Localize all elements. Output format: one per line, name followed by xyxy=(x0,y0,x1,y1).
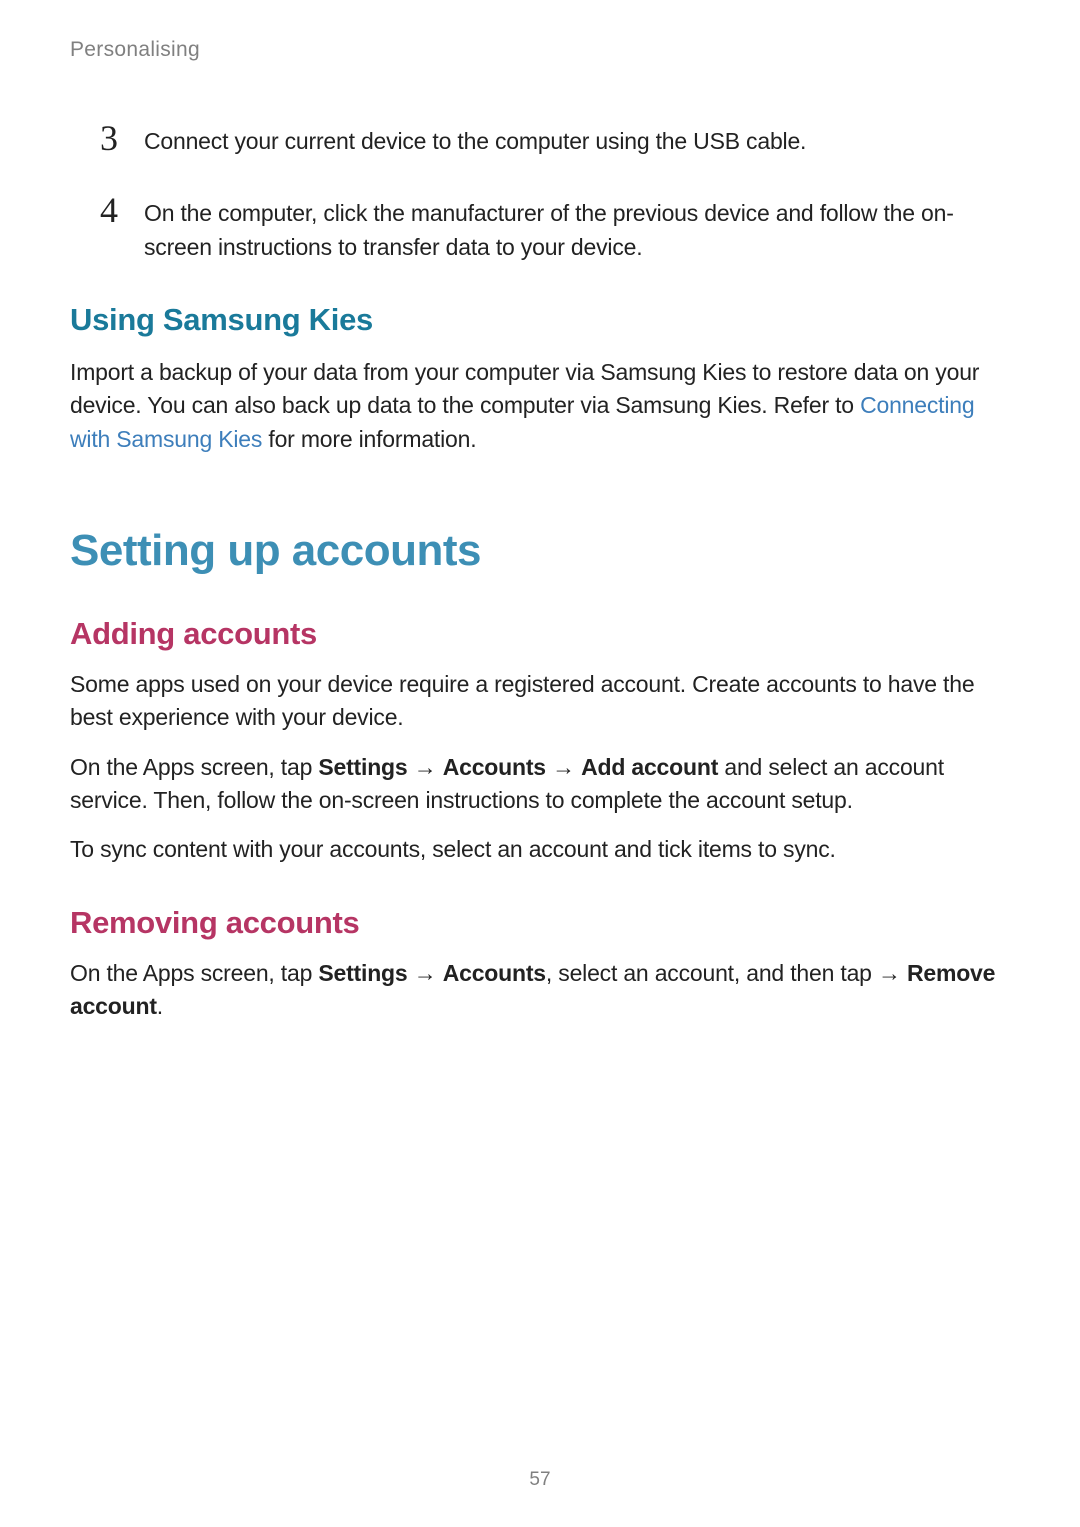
adding-accounts-para-2: On the Apps screen, tap Settings → Accou… xyxy=(70,751,1010,818)
adding-para2-text1: On the Apps screen, tap xyxy=(70,754,318,780)
adding-accounts-para-3: To sync content with your accounts, sele… xyxy=(70,833,1010,866)
heading-setting-up-accounts: Setting up accounts xyxy=(70,526,1010,576)
removing-settings: Settings xyxy=(318,960,407,986)
removing-arrow2: → xyxy=(878,960,907,986)
step-number-4: 4 xyxy=(100,192,144,228)
heading-adding-accounts: Adding accounts xyxy=(70,616,1010,652)
removing-text2: , select an account, and then tap xyxy=(546,960,878,986)
page-number: 57 xyxy=(529,1469,550,1491)
removing-text3: . xyxy=(157,993,163,1019)
adding-para2-settings: Settings xyxy=(318,754,407,780)
header-section-name: Personalising xyxy=(70,38,1010,62)
heading-samsung-kies: Using Samsung Kies xyxy=(70,302,1010,338)
removing-text1: On the Apps screen, tap xyxy=(70,960,318,986)
removing-accounts-para: On the Apps screen, tap Settings → Accou… xyxy=(70,957,1010,1024)
adding-para2-arrow2: → xyxy=(546,754,581,780)
step-text-3: Connect your current device to the compu… xyxy=(144,120,806,158)
step-4: 4 On the computer, click the manufacture… xyxy=(100,192,1010,264)
adding-accounts-para-1: Some apps used on your device require a … xyxy=(70,668,1010,735)
step-3: 3 Connect your current device to the com… xyxy=(100,120,1010,158)
samsung-kies-text-2: for more information. xyxy=(262,426,476,452)
steps-list: 3 Connect your current device to the com… xyxy=(70,120,1010,264)
samsung-kies-paragraph: Import a backup of your data from your c… xyxy=(70,356,1010,456)
step-number-3: 3 xyxy=(100,120,144,156)
step-text-4: On the computer, click the manufacturer … xyxy=(144,192,1010,264)
removing-accounts-bold: Accounts xyxy=(443,960,546,986)
adding-para2-arrow1: → xyxy=(408,754,443,780)
samsung-kies-text-1: Import a backup of your data from your c… xyxy=(70,359,979,418)
adding-para2-add-account: Add account xyxy=(581,754,718,780)
adding-para2-accounts: Accounts xyxy=(443,754,546,780)
removing-arrow1: → xyxy=(408,960,443,986)
heading-removing-accounts: Removing accounts xyxy=(70,905,1010,941)
